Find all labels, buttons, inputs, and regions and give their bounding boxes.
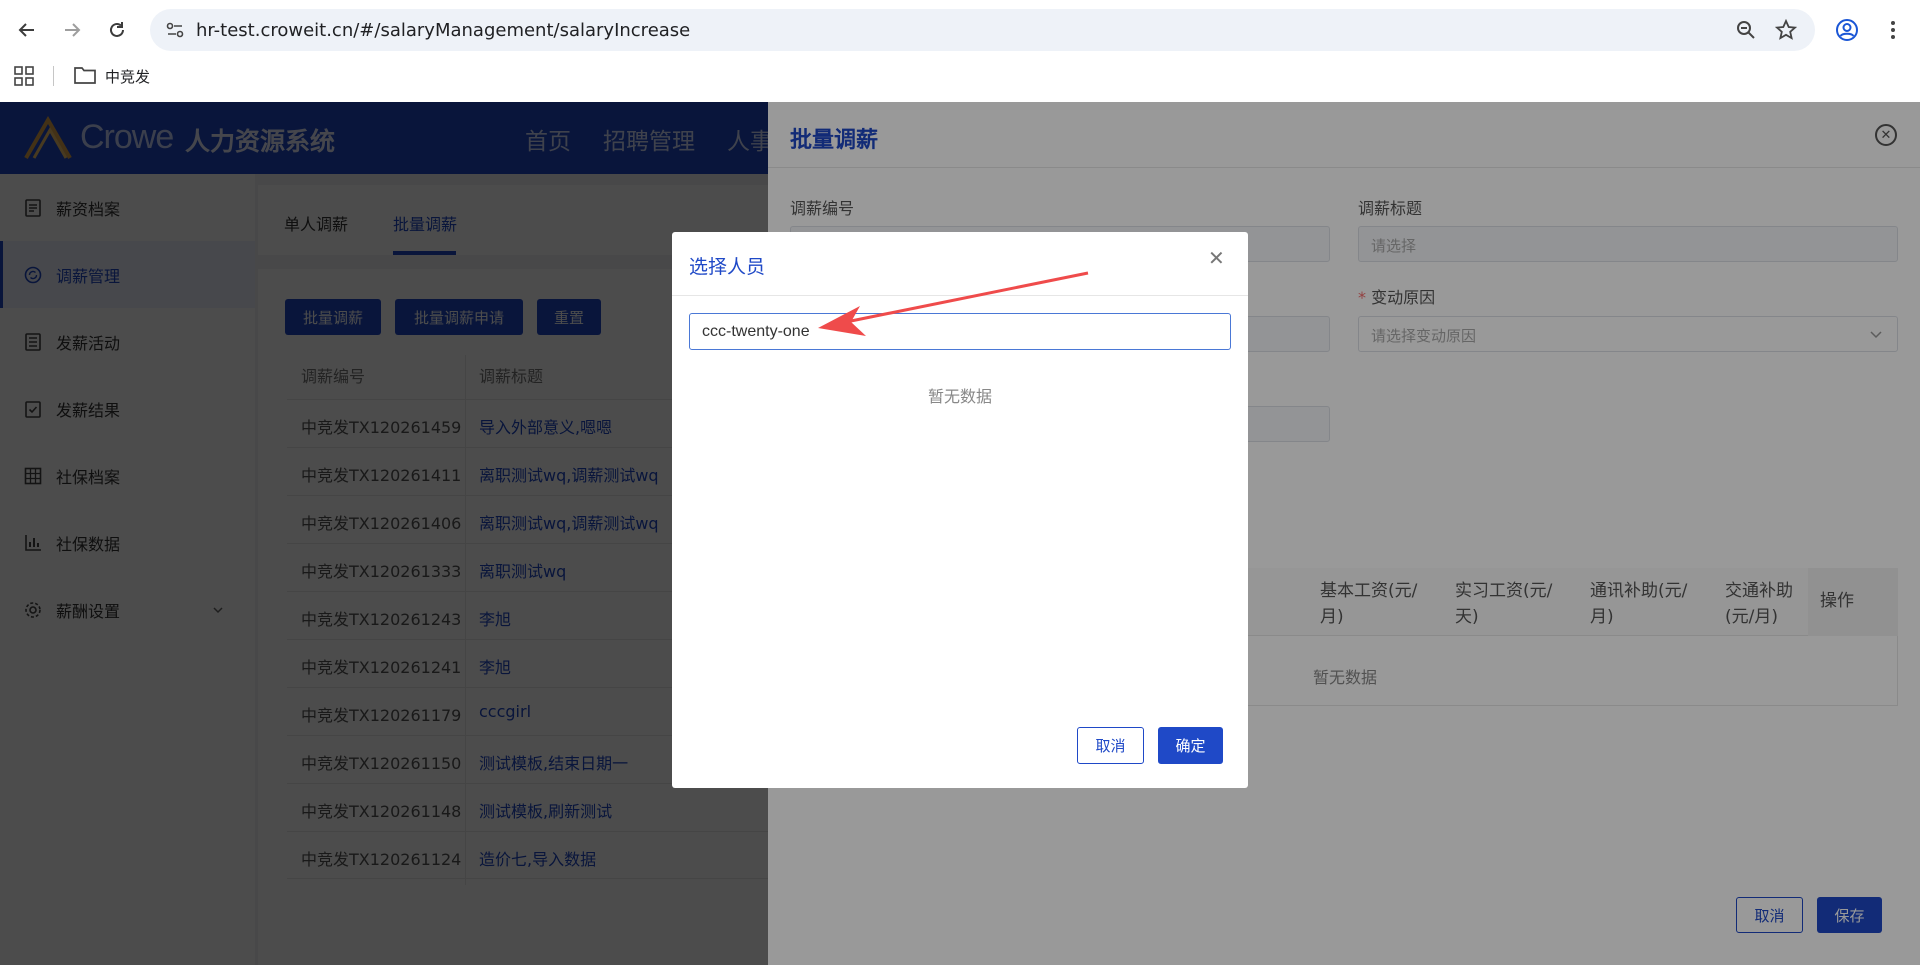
- reload-icon[interactable]: [102, 15, 132, 45]
- omnibox[interactable]: hr-test.croweit.cn/#/salaryManagement/sa…: [150, 9, 1815, 51]
- bookmarks-divider: [53, 66, 54, 86]
- zoom-icon[interactable]: [1735, 19, 1757, 41]
- bookmark-folder-label[interactable]: 中竞发: [105, 66, 150, 87]
- site-settings-icon[interactable]: [164, 19, 186, 41]
- dialog-divider: [672, 295, 1248, 296]
- bookmarks-bar: [0, 60, 1920, 102]
- browser-menu-icon[interactable]: [1878, 15, 1908, 45]
- url-text[interactable]: hr-test.croweit.cn/#/salaryManagement/sa…: [196, 20, 690, 41]
- folder-icon[interactable]: [74, 65, 96, 85]
- dialog-title: 选择人员: [689, 256, 766, 278]
- person-search-input[interactable]: [689, 313, 1231, 350]
- forward-arrow-icon[interactable]: [57, 15, 87, 45]
- dialog-empty-text: 暂无数据: [928, 387, 993, 406]
- back-arrow-icon[interactable]: [12, 15, 42, 45]
- bookmark-star-icon[interactable]: [1775, 19, 1797, 41]
- close-icon[interactable]: ✕: [1208, 246, 1225, 270]
- address-bar-row: hr-test.croweit.cn/#/salaryManagement/sa…: [0, 0, 1920, 60]
- profile-icon[interactable]: [1832, 15, 1862, 45]
- browser-chrome: hr-test.croweit.cn/#/salaryManagement/sa…: [0, 0, 1920, 102]
- apps-grid-icon[interactable]: [14, 66, 34, 86]
- select-person-dialog: 选择人员 ✕ 暂无数据 取消 确定: [672, 232, 1248, 788]
- dialog-cancel-button[interactable]: 取消: [1077, 727, 1144, 764]
- dialog-confirm-button[interactable]: 确定: [1158, 727, 1223, 764]
